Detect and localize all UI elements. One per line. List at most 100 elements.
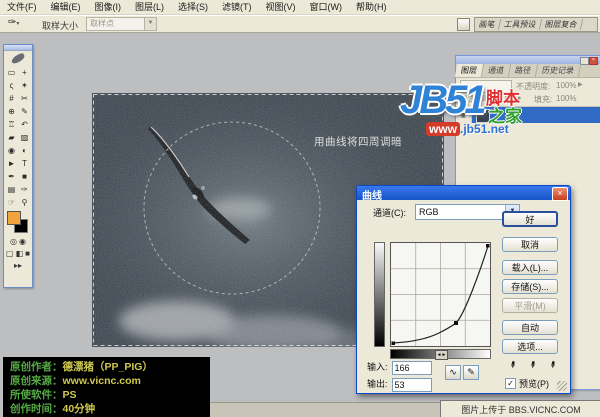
palette-titlebar[interactable]: × [456,56,600,65]
resize-grip[interactable] [557,381,567,391]
opacity-value[interactable]: 100% [556,81,576,90]
file-browser-icon[interactable] [457,18,470,31]
gray-point-eyedropper-icon[interactable]: ✒ [524,359,538,373]
menu-item-窗口W[interactable]: 窗口(W) [303,0,350,14]
smooth-button[interactable]: 平滑(M) [502,298,558,313]
standard-screen-button[interactable]: ▢ [6,248,14,260]
curve-grid[interactable] [390,242,491,347]
white-point-eyedropper-icon[interactable]: ✒ [544,359,558,373]
menu-item-选择S[interactable]: 选择(S) [171,0,215,14]
credit-line: 原创来源：www.vicnc.com [10,374,210,388]
auto-button[interactable]: 自动 [502,320,558,335]
tool-magic-wand-icon[interactable]: ✶ [18,79,31,92]
tool-path-select-icon[interactable]: ► [5,157,18,170]
blend-mode-select[interactable] [460,80,512,93]
eyedropper-icon[interactable]: ✑▾ [8,17,30,30]
cancel-button[interactable]: 取消 [502,237,558,252]
sample-size-select[interactable]: 取样点 ▼ [86,17,157,31]
mask-mode-buttons: ◎ ◉ [4,236,32,248]
tool-lasso-icon[interactable]: ς [5,79,18,92]
preview-option: ✓ 预览(P) [505,377,549,390]
tool-crop-icon[interactable]: # [5,92,18,105]
chevron-down-icon: ▶ [578,82,583,88]
output-label: 输出: [367,379,388,389]
chevron-down-icon: ▼ [144,18,156,30]
screen-mode-buttons: ▢ ◧ ■ [4,248,32,260]
options-bar: ✑▾ 取样大小 取样点 ▼ 画笔 工具预设 图层复合 [0,15,600,33]
tool-hand-icon[interactable]: ☞ [5,196,18,209]
fullscreen-menubar-button[interactable]: ◧ [16,248,24,260]
tool-zoom-icon[interactable]: ⚲ [18,196,31,209]
quickmask-mode-button[interactable]: ◉ [19,236,26,248]
curves-dialog: 曲线 × 通道(C): RGB▼ ◄► 输入:166 输出:53 [356,185,571,394]
tool-slice-icon[interactable]: ✂ [18,92,31,105]
palette-well-tab-图层复合[interactable]: 图层复合 [539,19,584,30]
lock-fill-row: 锁定: ▨ + ▦ ● 填充: 100% [456,93,600,106]
load-button[interactable]: 载入(L)... [502,260,558,275]
foreground-color-swatch[interactable] [7,211,21,225]
menu-item-帮助H[interactable]: 帮助(H) [349,0,394,14]
close-icon[interactable]: × [589,57,598,65]
input-label: 输入: [367,362,388,372]
tool-grid: ▭ + ς ✶ # ✂ ⊕ ✎ ♖ ↶ ▰ ▨ ◉ ◐ ► T ✒ ■ ▤ ✑ ☞ ⚲ [4,66,32,209]
photoshop-feather-logo[interactable] [4,51,32,66]
menu-item-图层L[interactable]: 图层(L) [128,0,171,14]
menu-item-滤镜T[interactable]: 滤镜(T) [215,0,259,14]
imageready-button[interactable]: ▸▸ [14,260,22,272]
tool-rect-marquee-icon[interactable]: ▭ [5,66,18,79]
photoshop-window: 文件(F) 编辑(E) 图像(I) 图层(L) 选择(S) 滤镜(T) 视图(V) 窗口(W)… [0,0,600,417]
opacity-label: 不透明度: [516,82,551,91]
palette-tab-路径[interactable]: 路径 [508,64,539,77]
minimize-icon[interactable] [580,57,589,65]
preview-checkbox[interactable]: ✓ [505,378,516,389]
black-point-eyedropper-icon[interactable]: ✒ [504,359,518,373]
menu-item-编辑E[interactable]: 编辑(E) [44,0,88,14]
canvas-annotation: 用曲线将四周调暗 [314,135,402,148]
tool-gradient-icon[interactable]: ▨ [18,131,31,144]
options-button[interactable]: 选项... [502,339,558,354]
tool-shape-icon[interactable]: ■ [18,170,31,183]
tool-dodge-icon[interactable]: ◐ [18,144,31,157]
tool-clone-stamp-icon[interactable]: ♖ [5,118,18,131]
credit-line: 创作时间：40分钟 [10,402,210,416]
eye-icon[interactable]: ◉ [456,107,472,123]
tool-eraser-icon[interactable]: ▰ [5,131,18,144]
output-field[interactable]: 53 [391,377,432,392]
standard-mode-button[interactable]: ◎ [10,236,17,248]
menu-item-图像I[interactable]: 图像(I) [88,0,129,14]
menu-item-文件F[interactable]: 文件(F) [0,0,44,14]
ok-button[interactable]: 好 [502,211,558,227]
tool-eyedropper-icon[interactable]: ✑ [18,183,31,196]
menu-item-视图V[interactable]: 视图(V) [259,0,303,14]
tool-type-icon[interactable]: T [18,157,31,170]
input-row: 输入: 166 [367,360,432,375]
tool-healing-brush-icon[interactable]: ⊕ [5,105,18,118]
fullscreen-button[interactable]: ■ [25,248,30,260]
palette-tab-图层[interactable]: 图层 [454,64,485,77]
curves-titlebar[interactable]: 曲线 × [357,186,570,202]
fill-value[interactable]: 100% [556,94,576,103]
tool-blur-icon[interactable]: ◉ [5,144,18,157]
palette-tab-通道[interactable]: 通道 [481,64,512,77]
curve-pencil-tool-icon[interactable]: ✎ [463,365,479,380]
tool-move-icon[interactable]: + [18,66,31,79]
input-field[interactable]: 166 [391,360,432,375]
gradient-flip-icon[interactable]: ◄► [435,350,448,360]
tool-history-brush-icon[interactable]: ↶ [18,118,31,131]
lock-icons[interactable]: ▨ + ▦ ● [482,94,523,102]
tool-notes-icon[interactable]: ▤ [5,183,18,196]
save-button[interactable]: 存储(S)... [502,279,558,294]
tool-brush-icon[interactable]: ✎ [18,105,31,118]
eyedropper-buttons: ✒ ✒ ✒ [504,359,558,373]
palette-well-tab-工具预设[interactable]: 工具预设 [498,19,543,30]
curve-point-tool-icon[interactable]: ∿ [445,365,461,380]
tool-pen-icon[interactable]: ✒ [5,170,18,183]
palette-well-tab-画笔[interactable]: 画笔 [473,19,502,30]
palette-tab-历史记录[interactable]: 历史记录 [535,64,582,77]
toolbox-palette: ▭ + ς ✶ # ✂ ⊕ ✎ ♖ ↶ ▰ ▨ ◉ ◐ ► T ✒ ■ ▤ ✑ ☞ ⚲ ◎ ◉ ▢ ◧ ■ ▸▸ [3,44,33,288]
sample-size-value: 取样点 [90,19,114,28]
status-bar: 图片上传于 BBS.VICNC.COM [440,400,600,417]
blend-opacity-row: 不透明度: 100% ▶ [456,78,600,93]
close-icon[interactable]: × [552,187,568,201]
selected-layer-row[interactable]: ◉ [456,106,600,123]
